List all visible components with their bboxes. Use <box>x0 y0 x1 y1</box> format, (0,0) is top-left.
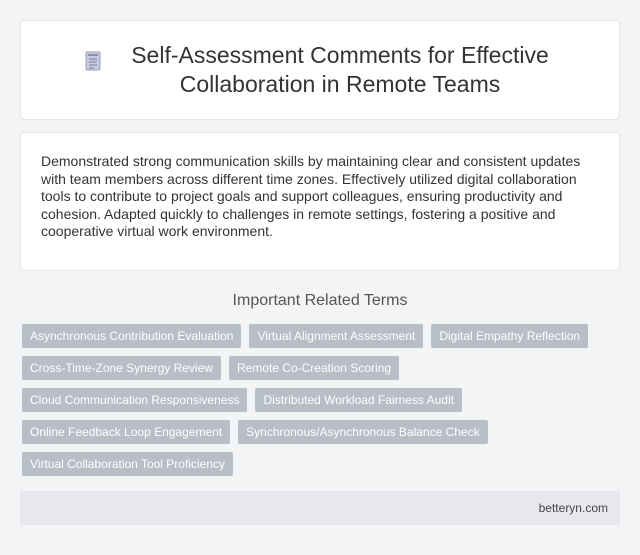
term-tag[interactable]: Asynchronous Contribution Evaluation <box>22 324 242 348</box>
term-tag[interactable]: Cloud Communication Responsiveness <box>22 388 248 412</box>
summary-text: Demonstrated strong communication skills… <box>41 153 581 239</box>
site-link[interactable]: betteryn.com <box>539 501 608 515</box>
term-tag[interactable]: Cross-Time-Zone Synergy Review <box>22 356 221 380</box>
title-card: Self-Assessment Comments for Effective C… <box>20 20 620 120</box>
summary-card: Demonstrated strong communication skills… <box>20 132 620 271</box>
term-tag[interactable]: Virtual Collaboration Tool Proficiency <box>22 452 233 476</box>
term-tag[interactable]: Synchronous/Asynchronous Balance Check <box>238 420 488 444</box>
related-terms-heading: Important Related Terms <box>232 292 408 309</box>
document-icon <box>81 49 105 73</box>
footer: betteryn.com <box>20 491 620 525</box>
page-title: Self-Assessment Comments for Effective C… <box>131 42 549 97</box>
term-tag[interactable]: Digital Empathy Reflection <box>431 324 589 348</box>
term-tag[interactable]: Remote Co-Creation Scoring <box>228 356 400 380</box>
term-tag[interactable]: Online Feedback Loop Engagement <box>22 420 231 444</box>
term-tag[interactable]: Virtual Alignment Assessment <box>249 324 424 348</box>
term-tag[interactable]: Distributed Workload Fairness Audit <box>255 388 462 412</box>
related-terms-list: Asynchronous Contribution Evaluation Vir… <box>22 324 622 476</box>
